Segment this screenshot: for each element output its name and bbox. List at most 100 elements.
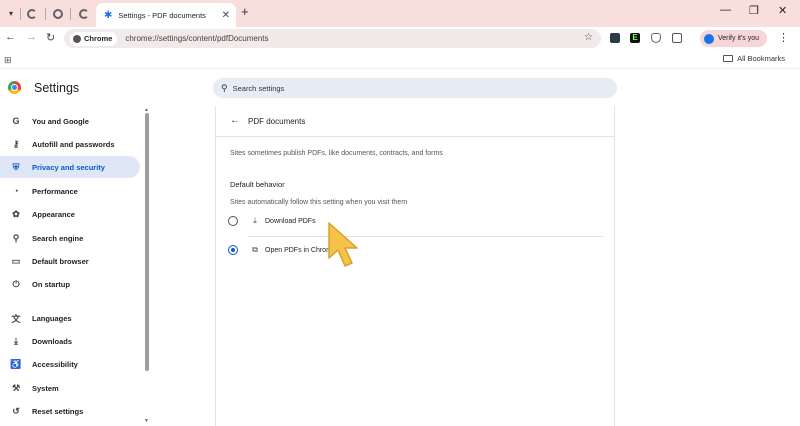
sidebar-item-label: Privacy and security	[32, 162, 105, 172]
avatar	[704, 33, 714, 44]
tab-title: Settings - PDF documents	[118, 10, 206, 20]
sidebar-item-label: Downloads	[32, 336, 73, 346]
option-open-pdfs[interactable]: ⧉ Open PDFs in Chrome	[228, 242, 336, 258]
site-chip[interactable]: Chrome	[70, 31, 118, 46]
sidebar-item-label: Default browser	[32, 256, 89, 266]
download-icon: ⤓	[14, 335, 18, 346]
url-text[interactable]: chrome://settings/content/pdfDocuments	[125, 34, 268, 43]
extensions-puzzle-icon[interactable]	[672, 33, 682, 43]
sidebar-item-search-engine[interactable]: ⚲ Search engine	[0, 227, 140, 249]
restore-button[interactable]: ❐	[749, 4, 759, 17]
radio-open-pdfs[interactable]	[228, 245, 238, 255]
tab-google-2[interactable]	[76, 5, 92, 22]
sidebar-item-label: Search engine	[32, 233, 84, 243]
tab-settings-pdf[interactable]: ✱ Settings - PDF documents ✕	[96, 3, 236, 27]
settings-gear-icon: ✱	[104, 9, 113, 21]
forward-button[interactable]: →	[26, 31, 37, 43]
folder-icon	[723, 55, 734, 62]
settings-header: Settings ⚲ Search settings	[0, 70, 800, 106]
sidebar-item-label: Autofill and passwords	[32, 139, 115, 149]
bookmark-star-icon[interactable]: ☆	[584, 32, 593, 43]
profile-button[interactable]: Verify it's you	[700, 30, 767, 47]
page-title: Settings	[34, 81, 80, 95]
menu-kebab-icon[interactable]: ⋮	[778, 31, 789, 44]
search-icon: ⚲	[221, 82, 228, 93]
key-icon: ⚷	[12, 138, 20, 149]
sidebar-item-default-browser[interactable]: ▭ Default browser	[0, 250, 140, 272]
close-tab-icon[interactable]: ✕	[222, 10, 230, 21]
tab-chromium[interactable]	[50, 5, 66, 22]
sidebar-item-appearance[interactable]: ✿ Appearance	[0, 203, 140, 225]
translate-icon: 文	[11, 313, 21, 324]
sidebar-item-system[interactable]: ⚒ System	[0, 377, 140, 399]
scroll-down-arrow[interactable]: ▼	[144, 418, 149, 424]
google-icon	[27, 8, 37, 19]
sidebar-item-privacy[interactable]: ⛨ Privacy and security	[0, 156, 140, 178]
speedometer-icon: ◔	[13, 186, 19, 196]
pdf-settings-card: ← PDF documents Sites sometimes publish …	[215, 106, 615, 426]
wrench-icon: ⚒	[11, 382, 21, 393]
palette-icon: ✿	[12, 208, 20, 219]
download-icon: ⤓	[253, 216, 257, 225]
reload-button[interactable]: ↻	[46, 31, 55, 44]
circle-logo-icon	[53, 8, 63, 19]
extension-icon-1[interactable]	[610, 33, 620, 43]
divider	[248, 236, 604, 237]
sidebar-item-label: System	[32, 383, 59, 393]
sidebar-item-on-startup[interactable]: ⏻ On startup	[0, 273, 140, 295]
all-bookmarks-button[interactable]: All Bookmarks	[723, 54, 785, 63]
sidebar-item-label: Accessibility	[32, 359, 78, 369]
sidebar-item-languages[interactable]: 文 Languages	[0, 307, 140, 329]
reset-icon: ↺	[12, 405, 20, 416]
power-icon: ⏻	[12, 278, 20, 289]
divider	[216, 136, 614, 137]
sidebar: G You and Google ⚷ Autofill and passwords …	[0, 106, 150, 426]
sidebar-item-reset[interactable]: ↺ Reset settings	[0, 400, 140, 422]
chrome-icon	[73, 34, 81, 43]
sidebar-item-label: You and Google	[32, 116, 89, 126]
sidebar-item-downloads[interactable]: ⤓ Downloads	[0, 330, 140, 352]
apps-grid-icon[interactable]: ⊞	[4, 55, 12, 66]
search-placeholder: Search settings	[232, 83, 285, 93]
sidebar-item-label: Appearance	[32, 209, 75, 219]
close-window-button[interactable]: ✕	[778, 4, 787, 17]
toolbar: ← → ↻ Chrome chrome://settings/content/p…	[0, 27, 800, 50]
bookmarks-bar: ⊞ All Bookmarks	[0, 50, 800, 69]
section-description: Sites sometimes publish PDFs, like docum…	[230, 150, 443, 157]
shield-extension-icon[interactable]	[651, 33, 661, 43]
tab-google-1[interactable]	[24, 5, 40, 22]
sidebar-item-accessibility[interactable]: ♿ Accessibility	[0, 353, 140, 375]
chrome-logo-icon	[8, 81, 21, 94]
tab-strip: ▾ ✱ Settings - PDF documents ✕ + — ❐ ✕	[0, 0, 800, 27]
sidebar-item-label: Performance	[32, 186, 78, 196]
site-chip-label: Chrome	[84, 34, 113, 43]
option-label: Download PDFs	[265, 217, 316, 225]
sidebar-item-you-and-google[interactable]: G You and Google	[0, 110, 140, 132]
option-download-pdfs[interactable]: ⤓ Download PDFs	[228, 213, 316, 229]
back-button[interactable]: ←	[5, 31, 16, 43]
back-arrow-icon[interactable]: ←	[230, 115, 240, 126]
sidebar-scrollbar[interactable]	[145, 113, 149, 371]
sidebar-item-label: On startup	[32, 279, 70, 289]
profile-button-label: Verify it's you	[718, 35, 760, 42]
radio-download-pdfs[interactable]	[228, 216, 238, 226]
default-behavior-subtitle: Sites automatically follow this setting …	[230, 199, 408, 206]
search-input[interactable]: ⚲ Search settings	[213, 78, 617, 98]
sidebar-item-performance[interactable]: ◔ Performance	[0, 180, 140, 202]
accessibility-icon: ♿	[10, 358, 22, 369]
sidebar-item-label: Languages	[32, 313, 72, 323]
sidebar-item-label: Reset settings	[32, 406, 84, 416]
extension-e-icon[interactable]: E	[630, 33, 640, 43]
sidebar-item-autofill[interactable]: ⚷ Autofill and passwords	[0, 133, 140, 155]
new-tab-button[interactable]: +	[241, 4, 249, 19]
minimize-button[interactable]: —	[720, 4, 731, 16]
default-behavior-heading: Default behavior	[230, 180, 285, 189]
google-icon: G	[12, 116, 20, 126]
google-icon	[79, 8, 89, 19]
open-in-browser-icon: ⧉	[252, 245, 258, 254]
section-title: PDF documents	[248, 117, 306, 126]
address-bar[interactable]: Chrome chrome://settings/content/pdfDocu…	[64, 29, 601, 48]
tab-search-button[interactable]: ▾	[4, 5, 18, 22]
chevron-down-icon: ▾	[8, 9, 13, 18]
mouse-cursor-icon	[328, 222, 358, 267]
